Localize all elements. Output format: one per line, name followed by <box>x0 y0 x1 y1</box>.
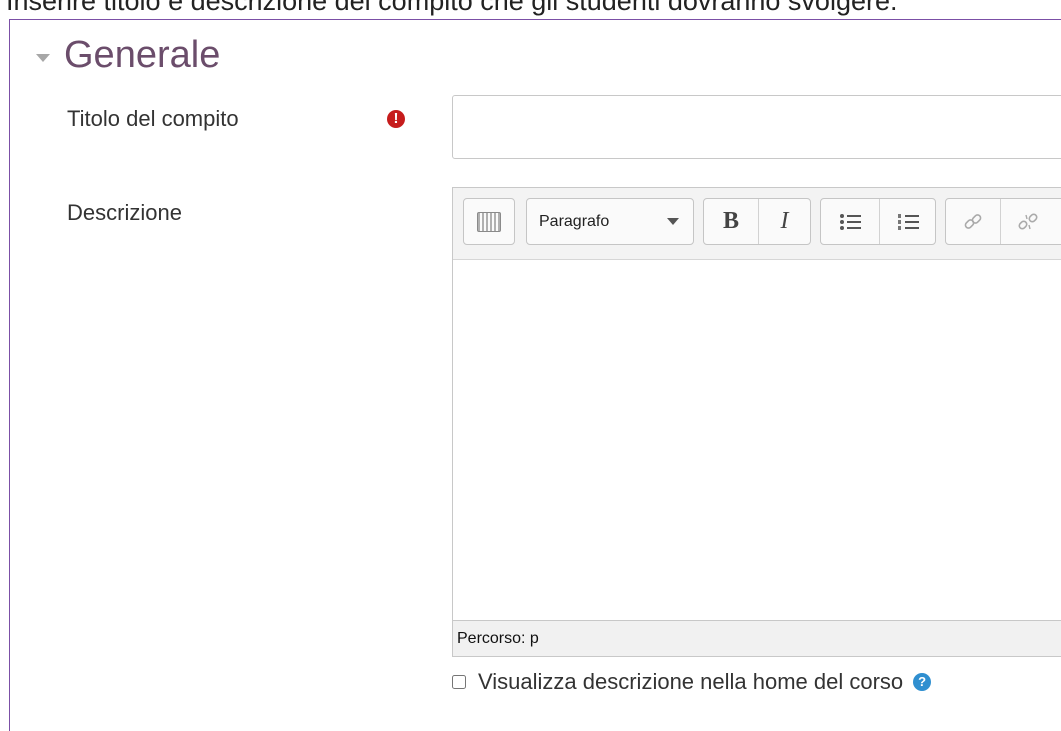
assignment-form-page: Inserire titolo e descrizione del compit… <box>0 0 1061 731</box>
ordered-list-button[interactable] <box>879 199 935 244</box>
description-label: Descrizione <box>67 200 182 225</box>
editor-toolbar: Paragrafo B I <box>453 188 1061 260</box>
bullet-list-icon <box>840 213 861 230</box>
link-icon <box>964 213 982 229</box>
required-icon: ! <box>387 110 405 128</box>
assignment-title-input[interactable] <box>452 95 1061 159</box>
show-description-checkbox[interactable] <box>452 675 466 689</box>
paragraph-format-label: Paragrafo <box>539 212 610 230</box>
toolbar-toggle-button[interactable] <box>464 199 514 244</box>
numbered-list-icon <box>897 213 919 230</box>
section-header-generale[interactable]: Generale <box>36 34 220 77</box>
unordered-list-button[interactable] <box>821 199 879 244</box>
paragraph-format-select[interactable]: Paragrafo <box>526 198 694 245</box>
keyboard-icon <box>477 211 501 232</box>
help-icon[interactable]: ? <box>913 673 932 691</box>
editor-path-bar: Percorso: p <box>453 620 1061 656</box>
show-description-label: Visualizza descrizione nella home del co… <box>478 669 904 694</box>
instruction-caption: Inserire titolo e descrizione del compit… <box>6 0 898 16</box>
bold-icon: B <box>722 208 739 234</box>
bold-button[interactable]: B <box>704 199 758 244</box>
description-editor[interactable]: Paragrafo B I Percorso: p <box>452 187 1061 657</box>
text-style-group: B I <box>703 198 811 245</box>
list-group <box>820 198 936 245</box>
link-group <box>945 198 1061 245</box>
toolbar-toggle-group <box>463 198 515 245</box>
link-button[interactable] <box>946 199 1000 244</box>
title-label: Titolo del compito <box>67 106 239 131</box>
show-description-option: Visualizza descrizione nella home del co… <box>452 669 932 695</box>
collapse-triangle-icon[interactable] <box>36 53 50 62</box>
unlink-button[interactable] <box>1000 199 1054 244</box>
chevron-down-icon <box>667 218 679 225</box>
italic-button[interactable]: I <box>758 199 810 244</box>
section-title: Generale <box>64 34 221 76</box>
unlink-icon <box>1017 212 1038 230</box>
italic-icon: I <box>780 208 789 234</box>
